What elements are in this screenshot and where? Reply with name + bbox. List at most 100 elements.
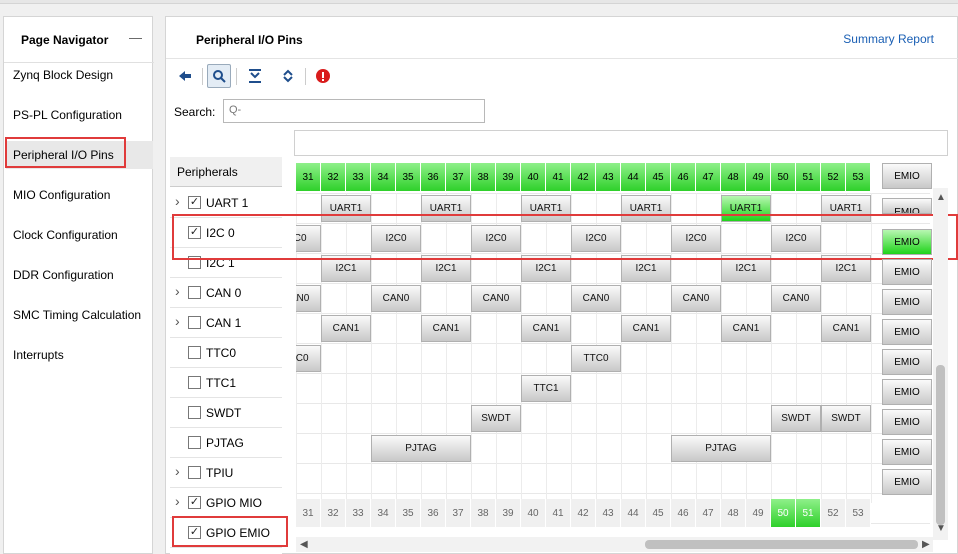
- can0-pin-button[interactable]: CAN0: [471, 285, 521, 312]
- pin-footer-cell: 36: [421, 499, 446, 527]
- can0-pin-button[interactable]: CAN0: [771, 285, 821, 312]
- divider: [4, 62, 154, 63]
- peripheral-row[interactable]: PJTAG: [170, 428, 282, 458]
- peripheral-checkbox[interactable]: [188, 466, 201, 479]
- expand-arrow-icon[interactable]: ›: [175, 313, 180, 329]
- pin-footer-cell: 46: [671, 499, 696, 527]
- minimize-icon[interactable]: —: [129, 30, 142, 45]
- collapse-all-icon[interactable]: [243, 64, 267, 88]
- can1-pin-button[interactable]: CAN1: [521, 315, 571, 342]
- pin-footer-cell: 48: [721, 499, 746, 527]
- pin-header-cell: 43: [596, 163, 621, 191]
- summary-report-link[interactable]: Summary Report: [843, 32, 934, 46]
- nav-item-clock-configuration[interactable]: Clock Configuration: [13, 228, 118, 242]
- peripheral-checkbox[interactable]: [188, 436, 201, 449]
- top-divider: [0, 0, 958, 4]
- expand-all-icon[interactable]: [276, 64, 300, 88]
- peripheral-row[interactable]: › CAN 0: [170, 278, 282, 308]
- peripheral-checkbox[interactable]: ✓: [188, 496, 201, 509]
- can1-pin-button[interactable]: CAN1: [321, 315, 371, 342]
- ttc1-pin-button[interactable]: TTC1: [521, 375, 571, 402]
- swdt-pin-button[interactable]: SWDT: [771, 405, 821, 432]
- peripheral-row[interactable]: › CAN 1: [170, 308, 282, 338]
- peripheral-checkbox[interactable]: [188, 406, 201, 419]
- swdt-pin-button[interactable]: SWDT: [471, 405, 521, 432]
- grid-filter-bar: [294, 130, 948, 156]
- emio-header: EMIO: [882, 163, 932, 189]
- expand-arrow-icon[interactable]: ›: [175, 283, 180, 299]
- back-arrow-icon[interactable]: [173, 64, 197, 88]
- grid-row-line: [296, 433, 930, 434]
- pin-footer-cell: 51: [796, 499, 821, 527]
- expand-arrow-icon[interactable]: ›: [175, 193, 180, 209]
- nav-item-interrupts[interactable]: Interrupts: [13, 348, 64, 362]
- peripheral-checkbox[interactable]: [188, 286, 201, 299]
- can1-pin-button[interactable]: CAN1: [621, 315, 671, 342]
- pin-header-cell: 38: [471, 163, 496, 191]
- can0-pin-button[interactable]: CAN0: [671, 285, 721, 312]
- pin-header-cell: 49: [746, 163, 771, 191]
- peripheral-checkbox[interactable]: [188, 376, 201, 389]
- emio-button[interactable]: EMIO: [882, 349, 932, 375]
- peripheral-row[interactable]: TTC0: [170, 338, 282, 368]
- pin-header-cell: 31: [296, 163, 321, 191]
- nav-item-ddr-configuration[interactable]: DDR Configuration: [13, 268, 114, 282]
- emio-button[interactable]: EMIO: [882, 409, 932, 435]
- can0-pin-button[interactable]: CAN0: [296, 285, 321, 312]
- vertical-scroll-thumb[interactable]: [936, 365, 945, 525]
- grid-row-line: [296, 313, 930, 314]
- peripheral-row[interactable]: › ✓ GPIO MIO: [170, 488, 282, 518]
- pjtag-pin-button[interactable]: PJTAG: [371, 435, 471, 462]
- ttc0-pin-button[interactable]: TTC0: [296, 345, 321, 372]
- nav-item-smc-timing-calculation[interactable]: SMC Timing Calculation: [13, 308, 141, 322]
- pin-footer-cell: 35: [396, 499, 421, 527]
- pjtag-pin-button[interactable]: PJTAG: [671, 435, 771, 462]
- nav-item-mio-configuration[interactable]: MIO Configuration: [13, 188, 110, 202]
- peripheral-checkbox[interactable]: ✓: [188, 196, 201, 209]
- can0-pin-button[interactable]: CAN0: [371, 285, 421, 312]
- nav-item-zynq-block-design[interactable]: Zynq Block Design: [13, 68, 113, 82]
- horizontal-scroll-thumb[interactable]: [645, 540, 918, 549]
- emio-button[interactable]: EMIO: [882, 439, 932, 465]
- pin-header-cell: 45: [646, 163, 671, 191]
- scroll-down-icon[interactable]: ▼: [936, 523, 946, 534]
- pin-footer-cell: 50: [771, 499, 796, 527]
- error-icon[interactable]: [311, 64, 335, 88]
- ttc0-pin-button[interactable]: TTC0: [571, 345, 621, 372]
- pin-header-cell: 39: [496, 163, 521, 191]
- emio-button[interactable]: EMIO: [882, 198, 932, 214]
- scroll-left-icon[interactable]: ◀: [300, 539, 308, 550]
- emio-button[interactable]: EMIO: [882, 289, 932, 315]
- nav-item-ps-pl-configuration[interactable]: PS-PL Configuration: [13, 108, 122, 122]
- grid-row-line: [296, 373, 930, 374]
- emio-button[interactable]: EMIO: [882, 319, 932, 345]
- can1-pin-button[interactable]: CAN1: [721, 315, 771, 342]
- peripheral-row[interactable]: TTC1: [170, 368, 282, 398]
- emio-button[interactable]: EMIO: [882, 259, 932, 285]
- search-input[interactable]: Q-: [223, 99, 485, 123]
- search-label: Search:: [174, 105, 216, 119]
- peripherals-header: Peripherals: [170, 157, 282, 187]
- swdt-pin-button[interactable]: SWDT: [821, 405, 871, 432]
- pin-footer-cell: 33: [346, 499, 371, 527]
- pin-header-cell: 52: [821, 163, 846, 191]
- can0-pin-button[interactable]: CAN0: [571, 285, 621, 312]
- emio-button[interactable]: EMIO: [882, 469, 932, 495]
- can1-pin-button[interactable]: CAN1: [821, 315, 871, 342]
- peripheral-row[interactable]: SWDT: [170, 398, 282, 428]
- divider: [166, 58, 958, 59]
- pin-header-cell: 36: [421, 163, 446, 191]
- toolbar-divider: [202, 68, 203, 85]
- peripheral-label: TPIU: [206, 466, 234, 480]
- scroll-right-icon[interactable]: ▶: [922, 539, 930, 550]
- peripheral-row[interactable]: › TPIU: [170, 458, 282, 488]
- peripheral-checkbox[interactable]: [188, 316, 201, 329]
- expand-arrow-icon[interactable]: ›: [175, 463, 180, 479]
- expand-arrow-icon[interactable]: ›: [175, 493, 180, 509]
- peripheral-checkbox[interactable]: [188, 346, 201, 359]
- emio-button[interactable]: EMIO: [882, 229, 932, 255]
- search-icon[interactable]: [207, 64, 231, 88]
- can1-pin-button[interactable]: CAN1: [421, 315, 471, 342]
- emio-button[interactable]: EMIO: [882, 379, 932, 405]
- scroll-up-icon[interactable]: ▲: [936, 192, 946, 203]
